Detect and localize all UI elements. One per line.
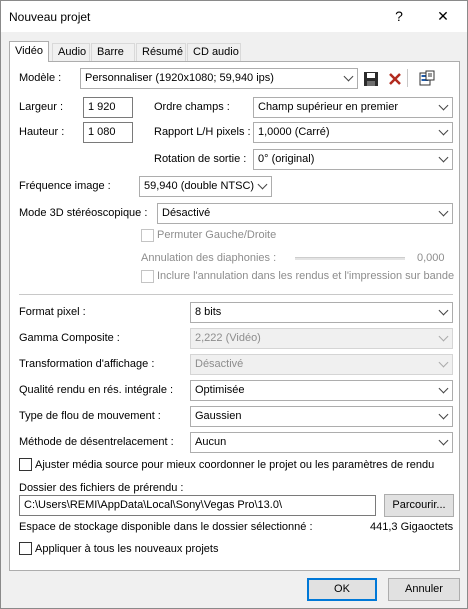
view-transform-select[interactable]: Désactivé [190,354,453,375]
model-select[interactable]: Personnaliser (1920x1080; 59,940 ips) [80,68,358,89]
tab-bar-tab[interactable]: Barre [91,43,135,61]
stereo-3d-value: Désactivé [162,207,211,219]
view-transform-value: Désactivé [195,358,244,370]
cancel-button[interactable]: Annuler [388,578,460,601]
apply-all-label: Appliquer à tous les nouveaux projets [35,543,219,555]
model-value: Personnaliser (1920x1080; 59,940 ips) [85,72,274,84]
tab-audio[interactable]: Audio [52,43,90,61]
browse-button[interactable]: Parcourir... [384,494,454,517]
field-order-label: Ordre champs : [154,101,230,113]
crosstalk-value: 0,000 [417,252,445,264]
pixel-format-select[interactable]: 8 bits [190,302,453,323]
include-crosstalk-label: Inclure l'annulation dans les rendus et … [157,270,455,282]
swap-lr-label: Permuter Gauche/Droite [157,229,277,241]
rotation-select[interactable]: 0° (original) [253,149,453,170]
adjust-media-label: Ajuster média source pour mieux coordonn… [35,459,435,471]
new-project-dialog: Nouveau projet ? ✕ Vidéo Audio Barre Rés… [0,0,468,609]
deinterlace-select[interactable]: Aucun [190,432,453,453]
pixel-format-label: Format pixel : [19,306,86,318]
include-crosstalk-checkbox[interactable] [141,270,154,283]
height-input[interactable]: 1 080 [83,122,133,143]
stereo-3d-label: Mode 3D stéréoscopique : [19,207,148,219]
tab-cd-audio[interactable]: CD audio [187,43,241,61]
close-button[interactable]: ✕ [433,7,453,25]
apply-all-checkbox[interactable] [19,542,32,555]
pixel-ratio-value: 1,0000 (Carré) [258,126,330,138]
frame-rate-select[interactable]: 59,940 (double NTSC) [139,176,272,197]
crosstalk-slider[interactable] [295,257,405,260]
window-title: Nouveau projet [9,10,91,24]
pixel-format-value: 8 bits [195,306,222,318]
tab-summary[interactable]: Résumé [136,43,186,61]
prerender-folder-input[interactable]: C:\Users\REMI\AppData\Local\Sony\Vegas P… [19,495,376,516]
frame-rate-label: Fréquence image : [19,180,111,192]
storage-value: 441,3 Gigaoctets [370,521,454,533]
gamma-label: Gamma Composite : [19,332,120,344]
prerender-folder-label: Dossier des fichiers de prérendu : [19,482,184,494]
field-order-value: Champ supérieur en premier [258,101,399,113]
view-transform-label: Transformation d'affichage : [19,358,155,370]
deinterlace-label: Méthode de désentrelacement : [19,436,174,448]
frame-rate-value: 59,940 (double NTSC) [144,180,255,192]
rotation-label: Rotation de sortie : [154,153,247,165]
motion-blur-label: Type de flou de mouvement : [19,410,161,422]
rotation-value: 0° (original) [258,153,315,165]
help-button[interactable]: ? [389,7,409,25]
motion-blur-select[interactable]: Gaussien [190,406,453,427]
field-order-select[interactable]: Champ supérieur en premier [253,97,453,118]
width-input[interactable]: 1 920 [83,97,133,118]
title-bar: Nouveau projet ? ✕ [1,1,467,32]
tab-video[interactable]: Vidéo [9,41,49,62]
gamma-value: 2,222 (Vidéo) [195,332,261,344]
render-quality-label: Qualité rendu en rés. intégrale : [19,384,174,396]
height-label: Hauteur : [19,126,65,138]
width-label: Largeur : [19,101,64,113]
match-media-icon[interactable] [419,70,435,86]
stereo-3d-select[interactable]: Désactivé [157,203,453,224]
crosstalk-label: Annulation des diaphonies : [141,252,277,264]
swap-lr-checkbox[interactable] [141,229,154,242]
render-quality-select[interactable]: Optimisée [190,380,453,401]
delete-icon[interactable] [387,71,403,87]
model-label: Modèle : [19,72,62,84]
ok-button[interactable]: OK [307,578,377,601]
render-quality-value: Optimisée [195,384,245,396]
gamma-select[interactable]: 2,222 (Vidéo) [190,328,453,349]
section-divider [19,294,453,295]
pixel-ratio-label: Rapport L/H pixels : [154,126,251,138]
pixel-ratio-select[interactable]: 1,0000 (Carré) [253,122,453,143]
save-icon[interactable] [363,71,379,87]
toolbar-divider [407,69,408,87]
adjust-media-checkbox[interactable] [19,458,32,471]
deinterlace-value: Aucun [195,436,227,448]
storage-label: Espace de stockage disponible dans le do… [19,521,313,533]
motion-blur-value: Gaussien [195,410,242,422]
